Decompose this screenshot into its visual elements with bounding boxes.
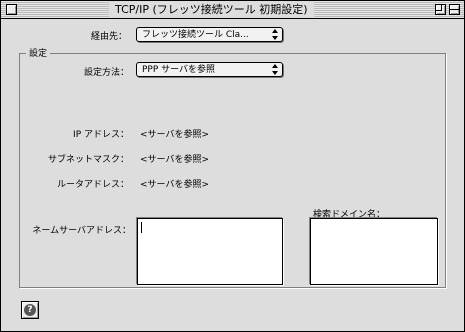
ip-label: IP アドレス： bbox=[73, 130, 129, 140]
help-button[interactable]: ? bbox=[21, 301, 39, 319]
subnet-value: <サーバを参照> bbox=[140, 155, 209, 165]
text-caret bbox=[141, 222, 142, 233]
close-box-icon[interactable] bbox=[6, 4, 17, 15]
title-bar[interactable]: TCP/IP (フレッツ接続ツール 初期設定) bbox=[1, 1, 464, 19]
router-label: ルータアドレス： bbox=[56, 180, 129, 190]
popup-arrows-icon bbox=[272, 64, 278, 75]
collapse-box-icon[interactable] bbox=[449, 4, 460, 15]
method-popup-value: PPP サーバを参照 bbox=[142, 65, 216, 75]
zoom-box-icon[interactable] bbox=[435, 4, 446, 15]
settings-group-title: 設定 bbox=[26, 46, 51, 59]
connection-label: 経由先： bbox=[90, 32, 127, 42]
subnet-label: サブネットマスク： bbox=[47, 155, 129, 165]
ip-value: <サーバを参照> bbox=[140, 130, 209, 140]
popup-arrows-icon bbox=[272, 29, 278, 40]
window-title: TCP/IP (フレッツ接続ツール 初期設定) bbox=[109, 1, 314, 18]
router-value: <サーバを参照> bbox=[140, 180, 209, 190]
method-label: 設定方法： bbox=[83, 68, 129, 78]
method-popup[interactable]: PPP サーバを参照 bbox=[136, 62, 283, 77]
nameserver-label: ネームサーバアドレス： bbox=[32, 226, 131, 236]
help-icon: ? bbox=[24, 304, 36, 316]
search-domain-textarea[interactable] bbox=[310, 218, 438, 285]
tcpip-window: TCP/IP (フレッツ接続ツール 初期設定) 経由先： フレッツ接続ツール C… bbox=[0, 0, 465, 332]
connection-popup-value: フレッツ接続ツール Cla... bbox=[142, 30, 249, 40]
connection-popup[interactable]: フレッツ接続ツール Cla... bbox=[136, 27, 283, 42]
nameserver-textarea[interactable] bbox=[137, 218, 283, 285]
